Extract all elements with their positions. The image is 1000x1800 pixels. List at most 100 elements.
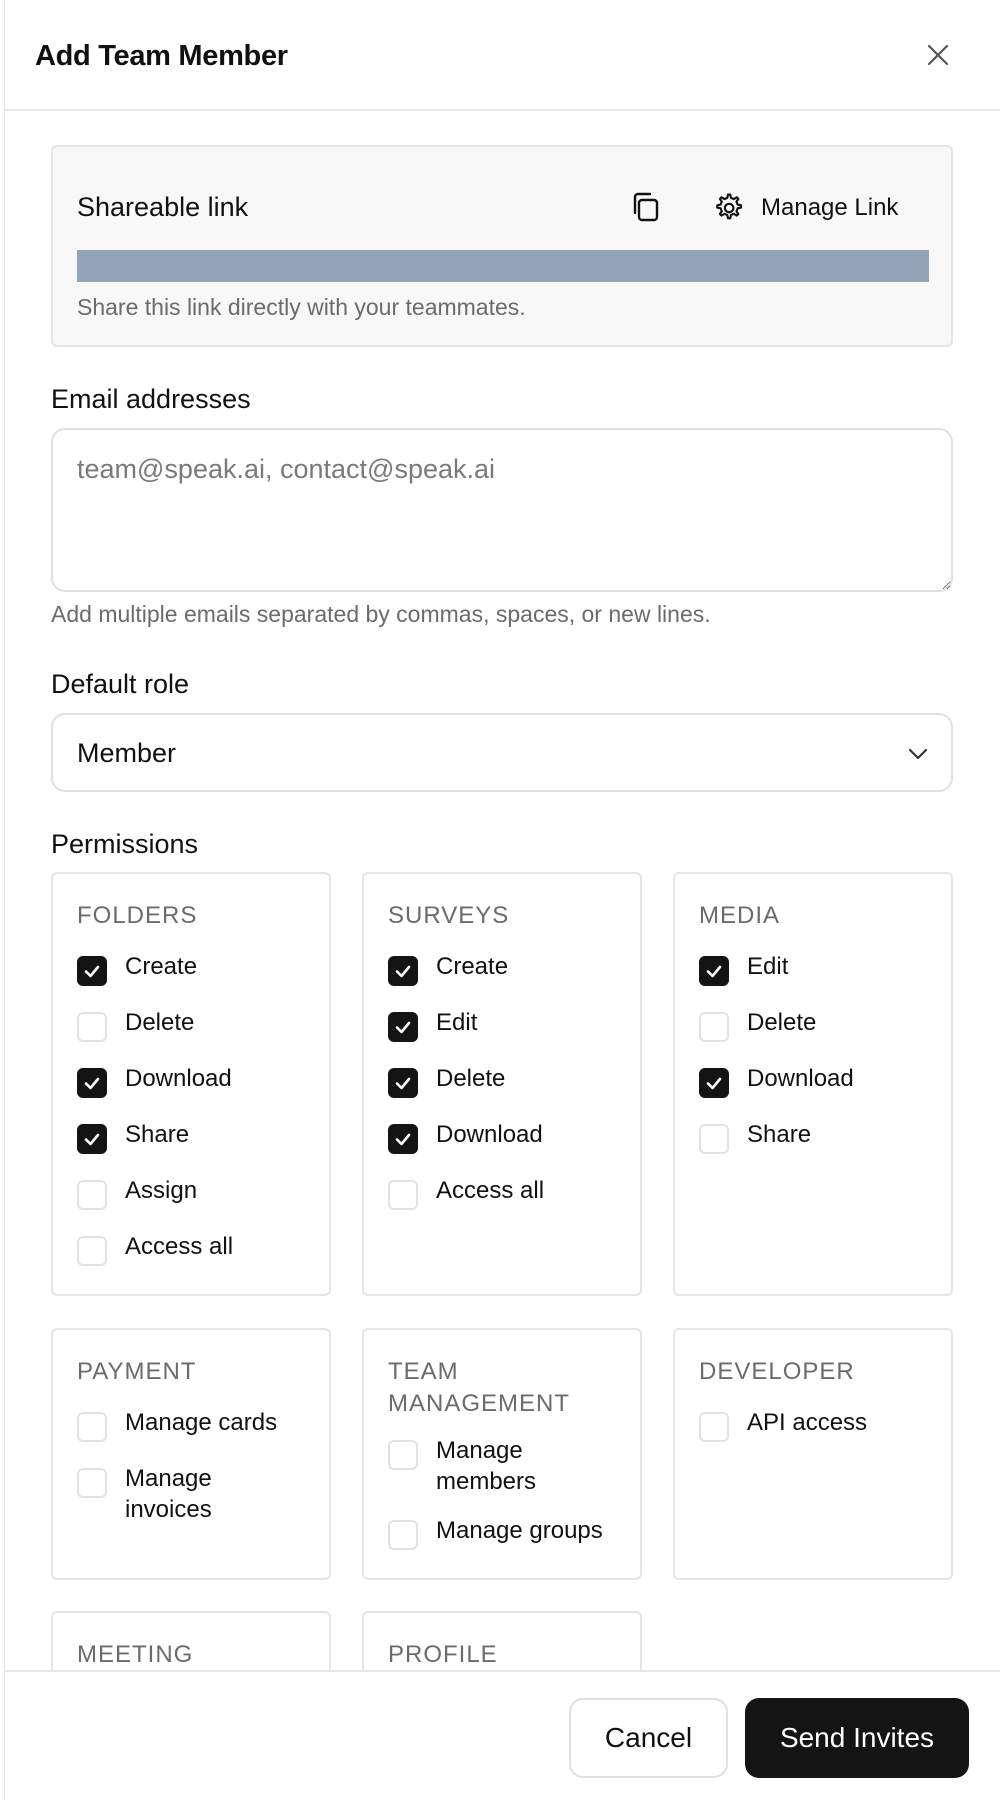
permission-checkbox[interactable]: [77, 1236, 107, 1266]
permission-group-team-management: TEAM MANAGEMENT Manage members Manage grou…: [362, 1328, 642, 1580]
shareable-link-title: Shareable link: [77, 192, 249, 222]
permission-label: Create: [436, 953, 509, 980]
default-role-label: Default role: [51, 669, 190, 699]
cancel-button[interactable]: Cancel: [569, 1698, 728, 1778]
permission-checkbox[interactable]: [77, 1412, 107, 1442]
manage-link-button[interactable]: Manage Link: [711, 187, 898, 229]
permission-media-download[interactable]: Download: [699, 1065, 947, 1098]
permission-group-media: MEDIA Edit Delete Download Share: [673, 872, 953, 1296]
permission-surveys-edit[interactable]: Edit: [388, 1009, 636, 1042]
shareable-link-help: Share this link directly with your teamm…: [77, 294, 526, 320]
permission-folders-create[interactable]: Create: [77, 953, 325, 986]
close-button[interactable]: [921, 38, 955, 72]
permission-group-surveys: SURVEYS Create Edit Delete Download Access al…: [362, 872, 642, 1296]
email-addresses-input[interactable]: [51, 428, 953, 592]
permission-group-title: PROFILE: [388, 1641, 498, 1668]
send-invites-button[interactable]: Send Invites: [745, 1698, 969, 1778]
permission-group-title: SURVEYS: [388, 902, 510, 929]
check-icon: [395, 1077, 411, 1090]
gear-icon: [716, 193, 743, 220]
permission-media-delete[interactable]: Delete: [699, 1009, 947, 1042]
permission-checkbox[interactable]: [388, 956, 418, 986]
permission-group-title: DEVELOPER: [699, 1358, 855, 1385]
close-icon: [927, 44, 949, 66]
permission-group-meeting: MEETING: [51, 1611, 331, 1670]
permission-checkbox[interactable]: [699, 956, 729, 986]
permission-checkbox[interactable]: [388, 1068, 418, 1098]
permission-label: Create: [125, 953, 198, 980]
permission-label: Share: [747, 1121, 812, 1148]
permission-checkbox[interactable]: [388, 1440, 418, 1470]
default-role-value: Member: [77, 738, 177, 768]
permission-checkbox[interactable]: [77, 1468, 107, 1498]
permission-surveys-download[interactable]: Download: [388, 1121, 636, 1154]
permission-folders-assign[interactable]: Assign: [77, 1177, 325, 1210]
check-icon: [395, 965, 411, 978]
permission-label: Access all: [125, 1233, 234, 1260]
check-icon: [84, 1077, 100, 1090]
permission-folders-download[interactable]: Download: [77, 1065, 325, 1098]
permission-label: Access all: [436, 1177, 545, 1204]
check-icon: [706, 965, 722, 978]
permission-label: Delete: [436, 1065, 506, 1092]
permission-group-profile: PROFILE: [362, 1611, 642, 1670]
copy-icon: [633, 192, 659, 222]
permission-checkbox[interactable]: [388, 1012, 418, 1042]
permission-folders-delete[interactable]: Delete: [77, 1009, 325, 1042]
permission-group-title: MEETING: [77, 1641, 194, 1668]
panel-content[interactable]: Shareable link Manage Link Share this li…: [5, 113, 1000, 1670]
permission-label: Share: [125, 1121, 190, 1148]
permission-checkbox[interactable]: [77, 956, 107, 986]
email-addresses-help: Add multiple emails separated by commas,…: [51, 601, 711, 627]
panel-header: Add Team Member: [5, 0, 1000, 111]
permission-group-developer: DEVELOPER API access: [673, 1328, 953, 1580]
shareable-link-card: Shareable link Manage Link Share this li…: [51, 145, 953, 347]
permission-developer-api-access[interactable]: API access: [699, 1409, 947, 1442]
permission-checkbox[interactable]: [388, 1520, 418, 1550]
permission-folders-share[interactable]: Share: [77, 1121, 325, 1154]
email-addresses-label: Email addresses: [51, 384, 251, 414]
permission-checkbox[interactable]: [388, 1180, 418, 1210]
check-icon: [84, 1133, 100, 1146]
permission-payment-manage-invoices[interactable]: Manage invoices: [77, 1465, 275, 1525]
permission-checkbox[interactable]: [77, 1124, 107, 1154]
permission-team-management-manage-groups[interactable]: Manage groups: [388, 1517, 636, 1550]
chevron-down-icon: [908, 748, 928, 760]
copy-link-button[interactable]: [626, 187, 668, 229]
check-icon: [84, 965, 100, 978]
permission-surveys-create[interactable]: Create: [388, 953, 636, 986]
permission-team-management-manage-members[interactable]: Manage members: [388, 1437, 586, 1497]
permission-group-title: PAYMENT: [77, 1358, 197, 1385]
panel-footer: Cancel Send Invites: [5, 1670, 1000, 1800]
permission-group-payment: PAYMENT Manage cards Manage invoices: [51, 1328, 331, 1580]
permission-label: Delete: [747, 1009, 817, 1036]
permission-checkbox[interactable]: [699, 1124, 729, 1154]
permission-label: API access: [747, 1409, 868, 1436]
permission-group-title: TEAM MANAGEMENT: [388, 1358, 571, 1417]
panel-title: Add Team Member: [35, 40, 288, 72]
permission-media-share[interactable]: Share: [699, 1121, 947, 1154]
permission-label: Manage invoices: [125, 1465, 212, 1523]
permission-checkbox[interactable]: [699, 1068, 729, 1098]
permission-checkbox[interactable]: [77, 1068, 107, 1098]
default-role-select[interactable]: Member: [51, 713, 953, 792]
permission-group-folders: FOLDERS Create Delete Download Share Assign Ac…: [51, 872, 331, 1296]
permission-payment-manage-cards[interactable]: Manage cards: [77, 1409, 325, 1442]
permission-label: Edit: [436, 1009, 478, 1036]
add-team-member-panel: Add Team Member Shareable link Manage Li…: [4, 0, 1000, 1800]
permission-checkbox[interactable]: [699, 1012, 729, 1042]
permission-label: Download: [747, 1065, 854, 1092]
manage-link-label: Manage Link: [761, 194, 899, 221]
permission-label: Assign: [125, 1177, 198, 1204]
permission-media-edit[interactable]: Edit: [699, 953, 947, 986]
permission-label: Manage members: [436, 1437, 537, 1495]
permission-group-title: FOLDERS: [77, 902, 198, 929]
permission-checkbox[interactable]: [77, 1012, 107, 1042]
permission-surveys-access-all[interactable]: Access all: [388, 1177, 636, 1210]
shareable-link-value[interactable]: [77, 250, 929, 282]
permission-folders-access-all[interactable]: Access all: [77, 1233, 325, 1266]
permission-checkbox[interactable]: [388, 1124, 418, 1154]
permission-checkbox[interactable]: [699, 1412, 729, 1442]
permission-checkbox[interactable]: [77, 1180, 107, 1210]
permission-surveys-delete[interactable]: Delete: [388, 1065, 636, 1098]
